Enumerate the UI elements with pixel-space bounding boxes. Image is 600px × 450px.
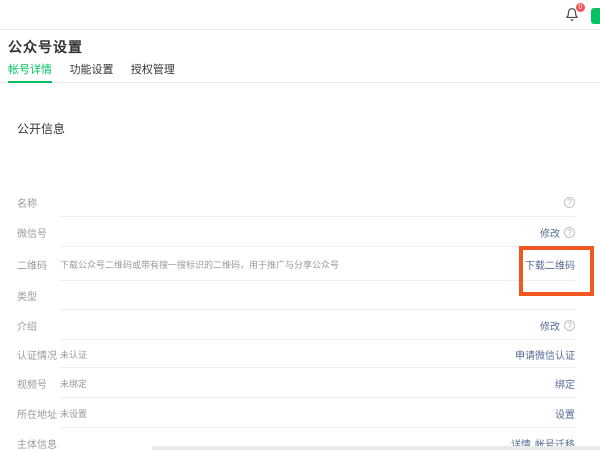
account-avatar[interactable] [591, 8, 600, 24]
row-label: 类型 [17, 288, 60, 303]
tab-function-settings[interactable]: 功能设置 [69, 61, 113, 83]
notification-badge: 0 [576, 3, 585, 12]
top-bar: 0 [0, 0, 600, 30]
help-icon[interactable]: ? [564, 227, 575, 238]
location-status: 未设置 [60, 407, 87, 420]
row-video-channel: 视频号 未绑定 绑定 [0, 368, 600, 398]
bottom-edge-strip [152, 446, 600, 450]
help-icon[interactable]: ? [564, 197, 575, 208]
row-certification: 认证情况 未认证 申请微信认证 [0, 340, 600, 368]
qr-code-description: 下载公众号二维码或带有搜一搜标识的二维码，用于推广与分享公众号 [60, 258, 339, 271]
section-title-public-info: 公开信息 [17, 120, 65, 137]
row-qr-code: 二维码 下载公众号二维码或带有搜一搜标识的二维码，用于推广与分享公众号 下载二维… [0, 247, 600, 281]
tab-account-details[interactable]: 帐号详情 [8, 61, 52, 83]
row-label: 介绍 [17, 318, 60, 333]
help-icon[interactable]: ? [564, 320, 575, 331]
row-label: 所在地址 [17, 406, 60, 421]
notification-bell-icon[interactable]: 0 [565, 7, 580, 22]
certification-status: 未认证 [60, 348, 87, 361]
set-location-link[interactable]: 设置 [555, 406, 575, 421]
row-label: 认证情况 [17, 347, 60, 362]
tab-bar: 帐号详情 功能设置 授权管理 [0, 60, 600, 83]
download-qr-code-link[interactable]: 下载二维码 [525, 257, 575, 272]
video-channel-status: 未绑定 [60, 377, 87, 390]
settings-list: 名称 ? 微信号 修改 ? 二维码 下载公众号二维码或带有搜一搜标识的二维码，用… [0, 188, 600, 450]
modify-wechat-id-link[interactable]: 修改 [540, 225, 560, 240]
modify-introduction-link[interactable]: 修改 [540, 318, 560, 333]
row-introduction: 介绍 修改 ? [0, 310, 600, 340]
row-location: 所在地址 未设置 设置 [0, 398, 600, 428]
apply-certification-link[interactable]: 申请微信认证 [515, 347, 575, 362]
row-label: 名称 [17, 195, 60, 210]
row-wechat-id: 微信号 修改 ? [0, 217, 600, 247]
row-type: 类型 [0, 281, 600, 310]
row-label: 主体信息 [17, 436, 60, 450]
tab-authorization[interactable]: 授权管理 [131, 61, 175, 83]
row-name: 名称 ? [0, 188, 600, 217]
page-title: 公众号设置 [8, 37, 83, 57]
row-label: 视频号 [17, 376, 60, 391]
row-label: 微信号 [17, 225, 60, 240]
row-label: 二维码 [17, 257, 60, 272]
bind-video-channel-link[interactable]: 绑定 [555, 376, 575, 391]
